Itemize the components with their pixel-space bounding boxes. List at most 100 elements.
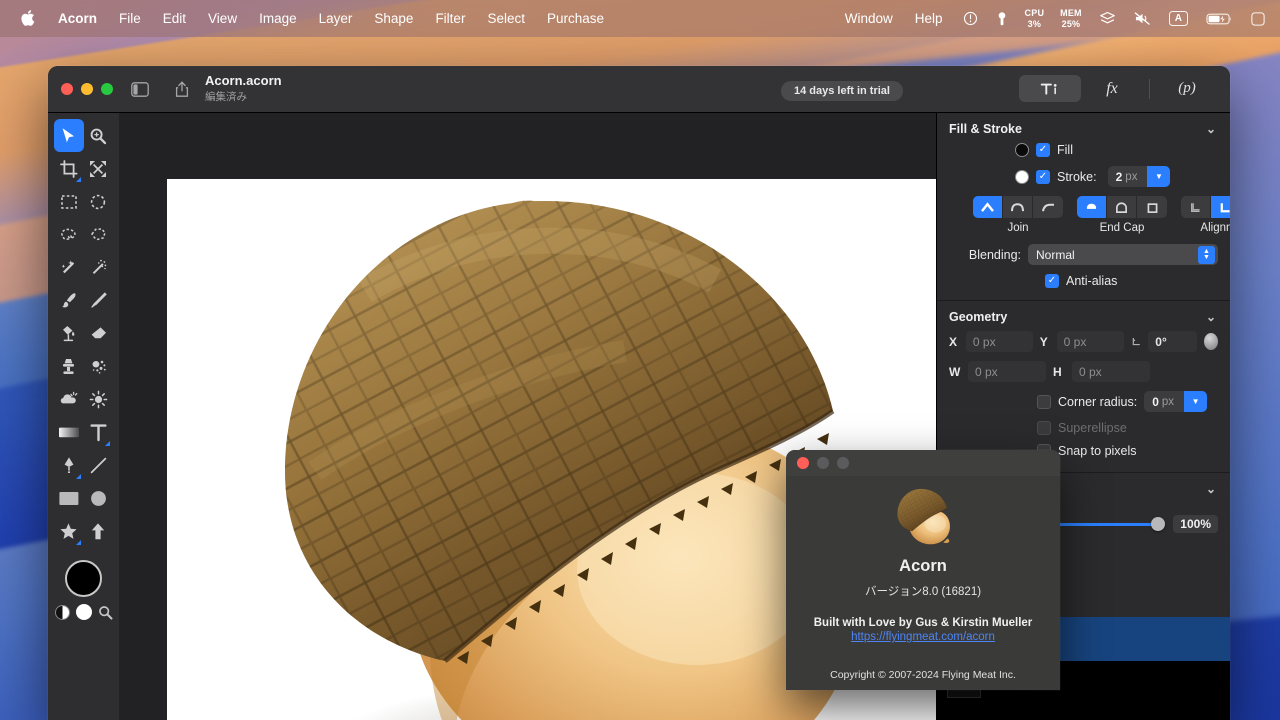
move-tool[interactable] bbox=[54, 119, 84, 152]
opacity-slider-knob[interactable] bbox=[1151, 517, 1166, 531]
control-center-icon[interactable] bbox=[1242, 10, 1274, 28]
bevel-join-icon[interactable] bbox=[1033, 196, 1063, 218]
opacity-value[interactable]: 100% bbox=[1173, 515, 1218, 533]
fill-checkbox[interactable]: ✓ bbox=[1036, 143, 1050, 157]
menu-item-select[interactable]: Select bbox=[476, 8, 536, 30]
dodge-tool[interactable] bbox=[54, 383, 84, 416]
gradient-tool[interactable] bbox=[54, 416, 84, 449]
foreground-color-swatch[interactable] bbox=[65, 560, 102, 597]
rotation-dial[interactable] bbox=[1203, 333, 1218, 350]
eraser-tool[interactable] bbox=[84, 317, 114, 350]
color-picker-loupe-icon[interactable] bbox=[98, 605, 113, 620]
menu-item-image[interactable]: Image bbox=[248, 8, 308, 30]
menu-item-acorn[interactable]: Acorn bbox=[47, 8, 108, 30]
round-cap-icon[interactable] bbox=[1107, 196, 1137, 218]
presets-p-icon[interactable]: (p) bbox=[1156, 75, 1218, 102]
polygon-lasso-tool[interactable] bbox=[84, 218, 114, 251]
menu-item-layer[interactable]: Layer bbox=[308, 8, 364, 30]
instant-alpha-tool[interactable] bbox=[84, 251, 114, 284]
memory-usage-indicator[interactable]: MEM 25% bbox=[1052, 8, 1090, 29]
chevron-down-icon[interactable]: ⌄ bbox=[1206, 310, 1216, 324]
menu-item-window[interactable]: Window bbox=[834, 8, 904, 30]
apple-logo-icon[interactable] bbox=[14, 9, 47, 29]
antialias-checkbox[interactable]: ✓ bbox=[1045, 274, 1059, 288]
round-join-icon[interactable] bbox=[1003, 196, 1033, 218]
text-tool[interactable] bbox=[84, 416, 114, 449]
minimize-button[interactable] bbox=[81, 83, 93, 95]
transform-tool[interactable] bbox=[84, 152, 114, 185]
stroke-width-stepper[interactable]: 2 px ▼ bbox=[1107, 166, 1171, 187]
ellipse-select-tool[interactable] bbox=[84, 185, 114, 218]
magic-wand-tool[interactable] bbox=[54, 251, 84, 284]
butt-cap-icon[interactable] bbox=[1077, 196, 1107, 218]
battery-charging-icon[interactable] bbox=[1197, 10, 1242, 28]
about-website-link[interactable]: https://flyingmeat.com/acorn bbox=[786, 631, 1060, 643]
x-field[interactable]: 0 px bbox=[965, 331, 1033, 352]
share-upload-icon[interactable] bbox=[169, 78, 195, 100]
stroke-width-unit: px bbox=[1125, 170, 1138, 183]
align-inside-icon[interactable] bbox=[1181, 196, 1211, 218]
corner-radius-checkbox[interactable] bbox=[1037, 394, 1051, 409]
alignment-segmented[interactable] bbox=[1181, 196, 1230, 218]
about-close-button[interactable] bbox=[797, 457, 809, 469]
stroke-color-swatch[interactable] bbox=[1015, 169, 1029, 184]
menu-item-shape[interactable]: Shape bbox=[363, 8, 424, 30]
stroke-checkbox[interactable]: ✓ bbox=[1036, 169, 1050, 184]
input-source-indicator[interactable]: A bbox=[1160, 9, 1197, 28]
blending-mode-select[interactable]: Normal ▲ ▼ bbox=[1028, 244, 1218, 265]
siri-key-icon[interactable] bbox=[987, 9, 1017, 29]
speaker-muted-icon[interactable] bbox=[1125, 9, 1160, 28]
trial-badge[interactable]: 14 days left in trial bbox=[781, 81, 903, 101]
menu-item-view[interactable]: View bbox=[197, 8, 248, 30]
menu-item-purchase[interactable]: Purchase bbox=[536, 8, 615, 30]
h-field[interactable]: 0 px bbox=[1072, 361, 1150, 382]
ellipse-shape-tool[interactable] bbox=[84, 482, 114, 515]
fill-stroke-section-header[interactable]: Fill & Stroke ⌄ bbox=[937, 113, 1230, 143]
text-tool-options-icon[interactable] bbox=[1019, 75, 1081, 102]
corner-radius-stepper[interactable]: 0 px ▼ bbox=[1144, 391, 1208, 412]
clone-stamp-tool[interactable] bbox=[54, 350, 84, 383]
menu-item-filter[interactable]: Filter bbox=[424, 8, 476, 30]
fill-color-swatch[interactable] bbox=[1015, 143, 1029, 157]
background-color-swatch[interactable] bbox=[75, 604, 92, 620]
join-segmented[interactable] bbox=[973, 196, 1063, 218]
geometry-section-header[interactable]: Geometry ⌄ bbox=[937, 301, 1230, 331]
rectangle-shape-tool[interactable] bbox=[54, 482, 84, 515]
arrow-shape-tool[interactable] bbox=[84, 515, 114, 548]
bezier-pen-tool[interactable] bbox=[54, 449, 84, 482]
rectangle-select-tool[interactable] bbox=[54, 185, 84, 218]
square-cap-icon[interactable] bbox=[1137, 196, 1167, 218]
menu-item-edit[interactable]: Edit bbox=[152, 8, 197, 30]
paint-bucket-tool[interactable] bbox=[54, 317, 84, 350]
layers-stack-icon[interactable] bbox=[1090, 9, 1125, 28]
corner-radius-dropdown-icon[interactable]: ▼ bbox=[1184, 391, 1208, 412]
zoom-maximize-button[interactable] bbox=[101, 83, 113, 95]
menu-item-file[interactable]: File bbox=[108, 8, 152, 30]
crop-tool[interactable] bbox=[54, 152, 84, 185]
pencil-tool[interactable] bbox=[84, 284, 114, 317]
y-field[interactable]: 0 px bbox=[1056, 331, 1124, 352]
opacity-slider[interactable] bbox=[1042, 517, 1166, 531]
paint-brush-tool[interactable] bbox=[54, 284, 84, 317]
zoom-tool[interactable] bbox=[84, 119, 114, 152]
chevron-down-icon[interactable]: ⌄ bbox=[1206, 482, 1216, 496]
lasso-select-tool[interactable] bbox=[54, 218, 84, 251]
chevron-down-icon[interactable]: ⌄ bbox=[1206, 122, 1216, 136]
miter-join-icon[interactable] bbox=[973, 196, 1003, 218]
effects-fx-icon[interactable]: fx bbox=[1081, 75, 1143, 102]
stroke-width-dropdown-icon[interactable]: ▼ bbox=[1147, 166, 1171, 187]
close-button[interactable] bbox=[61, 83, 73, 95]
clock-control-center-icon[interactable] bbox=[954, 9, 987, 28]
align-center-icon[interactable] bbox=[1211, 196, 1230, 218]
w-field[interactable]: 0 px bbox=[968, 361, 1046, 382]
cpu-usage-indicator[interactable]: CPU 3% bbox=[1017, 8, 1053, 29]
swap-colors-icon[interactable] bbox=[54, 604, 70, 620]
sidebar-toggle-icon[interactable] bbox=[127, 78, 153, 100]
endcap-segmented[interactable] bbox=[1077, 196, 1167, 218]
menu-item-help[interactable]: Help bbox=[904, 8, 954, 30]
line-shape-tool[interactable] bbox=[84, 449, 114, 482]
rotation-field[interactable]: 0° bbox=[1148, 331, 1197, 352]
burn-tool[interactable] bbox=[84, 383, 114, 416]
star-shape-tool[interactable] bbox=[54, 515, 84, 548]
smudge-tool[interactable] bbox=[84, 350, 114, 383]
